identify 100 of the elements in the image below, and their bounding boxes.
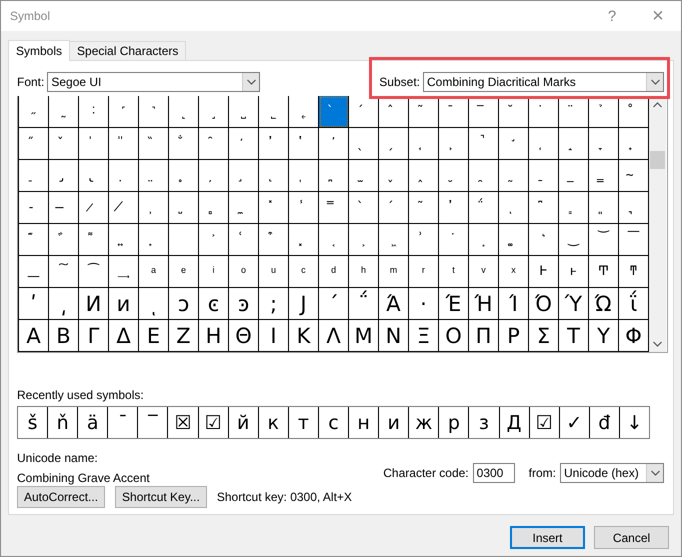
symbol-cell[interactable]: ͺ <box>139 288 169 320</box>
symbol-cell[interactable]: ̃ <box>409 96 439 128</box>
dropdown[interactable]: Combining Diacritical Marks <box>423 72 664 92</box>
symbol-cell[interactable]: ̏ <box>139 128 169 160</box>
symbol-cell[interactable]: Θ <box>229 320 259 352</box>
symbol-cell[interactable]: ͈ <box>589 192 619 224</box>
symbol-cell[interactable]: Ά <box>379 288 409 320</box>
symbol-cell[interactable]: ͥ <box>199 256 229 288</box>
symbol-cell[interactable]: ͭ <box>439 256 469 288</box>
symbol-cell[interactable]: · <box>409 288 439 320</box>
symbol-cell[interactable]: ̇ <box>529 96 559 128</box>
symbol-cell[interactable]: ́ <box>349 96 379 128</box>
symbol-cell[interactable]: Ί <box>499 288 529 320</box>
symbol-cell[interactable]: ̤ <box>139 160 169 192</box>
symbol-cell[interactable]: ̲ <box>559 160 589 192</box>
symbol-cell[interactable]: ͵ <box>49 288 79 320</box>
symbol-cell[interactable]: ͑ <box>229 224 259 256</box>
symbol-cell[interactable]: ͯ <box>499 256 529 288</box>
symbol-cell[interactable]: ̍ <box>79 128 109 160</box>
symbol-cell[interactable]: ̜ <box>529 128 559 160</box>
symbol-cell[interactable]: ̬ <box>379 160 409 192</box>
symbol-cell[interactable]: ̣ <box>109 160 139 192</box>
symbol-cell[interactable]: ̈́ <box>469 192 499 224</box>
symbol-cell[interactable]: ̒ <box>229 128 259 160</box>
symbol-cell[interactable]: ̩ <box>289 160 319 192</box>
symbol-cell[interactable]: ˻ <box>169 96 199 128</box>
symbol-cell[interactable]: Υ <box>589 320 619 352</box>
symbol-cell[interactable]: ͌ <box>79 224 109 256</box>
symbol-cell[interactable]: ̫ <box>349 160 379 192</box>
symbol-cell[interactable]: ̂ <box>379 96 409 128</box>
symbol-cell[interactable]: ̯ <box>469 160 499 192</box>
scrollbar[interactable] <box>649 96 666 352</box>
symbol-cell[interactable]: ͇ <box>559 192 589 224</box>
symbol-cell[interactable]: ̶ <box>49 192 79 224</box>
symbol-cell[interactable]: ͒ <box>259 224 289 256</box>
symbol-cell[interactable]: ̗ <box>379 128 409 160</box>
symbol-cell[interactable]: ͡ <box>79 256 109 288</box>
symbol-cell[interactable]: ̪ <box>319 160 349 192</box>
symbol-cell[interactable]: ͣ <box>139 256 169 288</box>
symbol-cell[interactable]: ΅ <box>349 288 379 320</box>
symbol-cell[interactable]: ̅ <box>469 96 499 128</box>
symbol-cell[interactable]: ́ <box>379 192 409 224</box>
symbol-cell[interactable]: ͱ <box>559 256 589 288</box>
tab[interactable]: Special Characters <box>69 41 186 60</box>
symbol-cell[interactable]: ͩ <box>319 256 349 288</box>
symbol-cell[interactable]: ̔ <box>289 128 319 160</box>
symbol-cell[interactable]: Ό <box>529 288 559 320</box>
symbol-cell[interactable]: ͤ <box>169 256 199 288</box>
symbol-cell[interactable]: ̽ <box>259 192 289 224</box>
symbol-cell[interactable]: Π <box>469 320 499 352</box>
symbol-cell[interactable]: ̱ <box>529 160 559 192</box>
symbol-cell[interactable]: ̓ <box>259 128 289 160</box>
symbol-cell[interactable]: ͂ <box>409 192 439 224</box>
symbol-cell[interactable]: ̝ <box>559 128 589 160</box>
symbol-cell[interactable]: ̕ <box>319 128 349 160</box>
symbol-cell[interactable]: Ͳ <box>589 256 619 288</box>
symbol-cell[interactable]: ˹ <box>109 96 139 128</box>
symbol-cell[interactable]: Έ <box>439 288 469 320</box>
symbol-cell[interactable]: Ͷ <box>79 288 109 320</box>
recent-symbol[interactable]: ↓ <box>620 407 649 438</box>
dropdown[interactable]: Segoe UI <box>47 72 260 92</box>
symbol-cell[interactable]: Γ <box>79 320 109 352</box>
symbol-cell[interactable]: Μ <box>349 320 379 352</box>
symbol-cell[interactable]: ̚ <box>469 128 499 160</box>
symbol-cell[interactable]: ̡ <box>49 160 79 192</box>
dropdown[interactable]: Unicode (hex) <box>560 463 664 483</box>
symbol-cell[interactable]: ̢ <box>79 160 109 192</box>
symbol-cell[interactable]: Λ <box>319 320 349 352</box>
symbol-cell[interactable]: ̐ <box>169 128 199 160</box>
symbol-cell[interactable]: ̨ <box>259 160 289 192</box>
symbol-cell[interactable]: Β <box>49 320 79 352</box>
symbol-cell[interactable]: ̋ <box>19 128 49 160</box>
symbol-cell[interactable]: ̈ <box>559 96 589 128</box>
symbol-cell[interactable]: ̾ <box>289 192 319 224</box>
symbol-cell[interactable]: ̓ <box>439 192 469 224</box>
button[interactable]: Cancel <box>594 526 669 549</box>
symbol-cell[interactable]: ͻ <box>169 288 199 320</box>
symbol-cell[interactable]: ͪ <box>349 256 379 288</box>
symbol-cell[interactable]: Ξ <box>409 320 439 352</box>
symbol-cell[interactable]: ͛ <box>529 224 559 256</box>
symbol-cell[interactable]: ̧ <box>229 160 259 192</box>
symbol-cell[interactable]: ˶ <box>19 96 49 128</box>
symbol-cell[interactable]: ̮ <box>439 160 469 192</box>
button[interactable]: AutoCorrect... <box>17 486 106 508</box>
symbol-cell[interactable]: ͊ <box>19 224 49 256</box>
scroll-thumb[interactable] <box>650 151 665 169</box>
symbol-cell[interactable]: Σ <box>529 320 559 352</box>
symbol-cell[interactable]: Ο <box>439 320 469 352</box>
symbol-cell[interactable]: ͎ <box>139 224 169 256</box>
symbol-cell[interactable]: Α <box>19 320 49 352</box>
symbol-cell[interactable]: ̛ <box>499 128 529 160</box>
symbol-cell[interactable]: ̀ <box>319 96 349 128</box>
symbol-cell[interactable]: ̉ <box>589 96 619 128</box>
symbol-cell[interactable]: ̖ <box>349 128 379 160</box>
symbol-cell[interactable]: ͘ <box>439 224 469 256</box>
symbol-cell[interactable]: ͷ <box>109 288 139 320</box>
symbol-cell[interactable]: ̰ <box>499 160 529 192</box>
symbol-cell[interactable]: ͧ <box>259 256 289 288</box>
symbol-cell[interactable]: ̆ <box>499 96 529 128</box>
symbol-cell[interactable]: ͔ <box>319 224 349 256</box>
